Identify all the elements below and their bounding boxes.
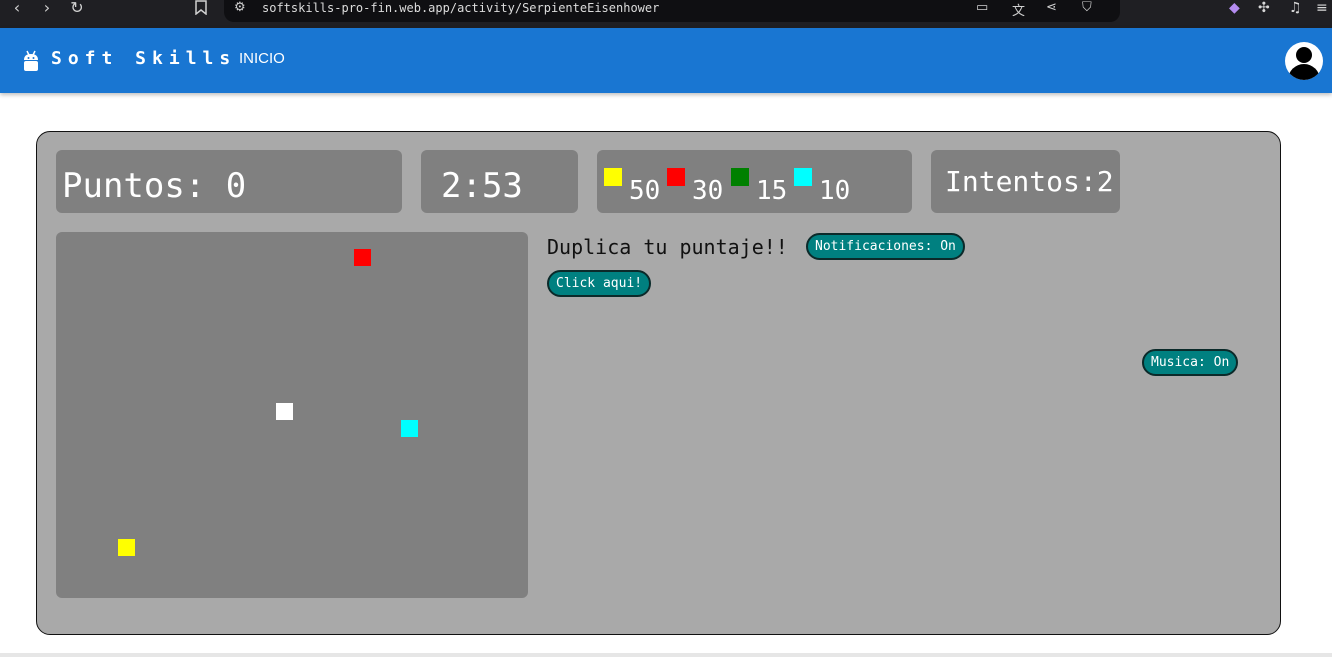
back-icon[interactable]: ‹ [6, 0, 28, 18]
brave-shield-icon[interactable]: ⛉ [1082, 0, 1092, 15]
brand-title[interactable]: Soft Skills [51, 48, 236, 69]
page-bottom-edge [0, 653, 1332, 657]
share-icon[interactable]: ⋖ [1046, 0, 1057, 15]
forward-icon[interactable]: › [36, 0, 58, 18]
board-item-red [354, 249, 371, 266]
legend-value-cyan: 10 [819, 176, 851, 206]
legend-value-green: 15 [756, 176, 788, 206]
music-toggle-button[interactable]: Musica: On [1142, 349, 1239, 376]
menu-icon[interactable]: ≡ [1316, 0, 1328, 16]
game-board[interactable] [56, 232, 528, 598]
address-bar[interactable]: ⚙ softskills-pro-fin.web.app/activity/Se… [224, 0, 1120, 22]
account-circle-icon[interactable] [1285, 42, 1323, 80]
translate-icon[interactable]: 文 [1012, 0, 1025, 19]
board-item-cyan [401, 420, 418, 437]
game-panel: Puntos: 0 2:53 50 30 15 10 Intentos:2 Du… [36, 131, 1281, 635]
legend-swatch-green [731, 168, 749, 186]
nav-inicio-link[interactable]: INICIO [239, 50, 285, 67]
android-icon [24, 50, 38, 71]
extensions-icon[interactable]: ✣ [1258, 0, 1270, 16]
promo-text: Duplica tu puntaje!! [547, 235, 788, 259]
board-item-white [276, 403, 293, 420]
media-icon[interactable]: ♫ [1289, 0, 1302, 16]
reload-icon[interactable]: ↻ [66, 0, 88, 18]
app-header: Soft Skills INICIO [0, 28, 1332, 93]
legend-swatch-yellow [604, 168, 622, 186]
attempts-display: Intentos:2 [931, 150, 1120, 213]
timer-display: 2:53 [421, 150, 578, 213]
double-score-button[interactable]: Click aqui! [547, 270, 652, 297]
bookmark-icon[interactable] [190, 0, 212, 18]
legend-swatch-red [667, 168, 685, 186]
install-icon[interactable]: ▭ [976, 0, 988, 15]
points-legend: 50 30 15 10 [597, 150, 912, 213]
legend-value-yellow: 50 [629, 176, 661, 206]
score-display: Puntos: 0 [56, 150, 402, 213]
legend-value-red: 30 [692, 176, 724, 206]
tune-icon[interactable]: ⚙ [234, 0, 246, 15]
browser-toolbar: ‹ › ↻ ⚙ softskills-pro-fin.web.app/activ… [0, 0, 1332, 28]
url-text: softskills-pro-fin.web.app/activity/Serp… [262, 1, 660, 15]
legend-swatch-cyan [794, 168, 812, 186]
board-item-yellow [118, 539, 135, 556]
notifications-toggle-button[interactable]: Notificaciones: On [806, 233, 965, 260]
brave-rewards-icon[interactable]: ◆ [1229, 0, 1240, 16]
